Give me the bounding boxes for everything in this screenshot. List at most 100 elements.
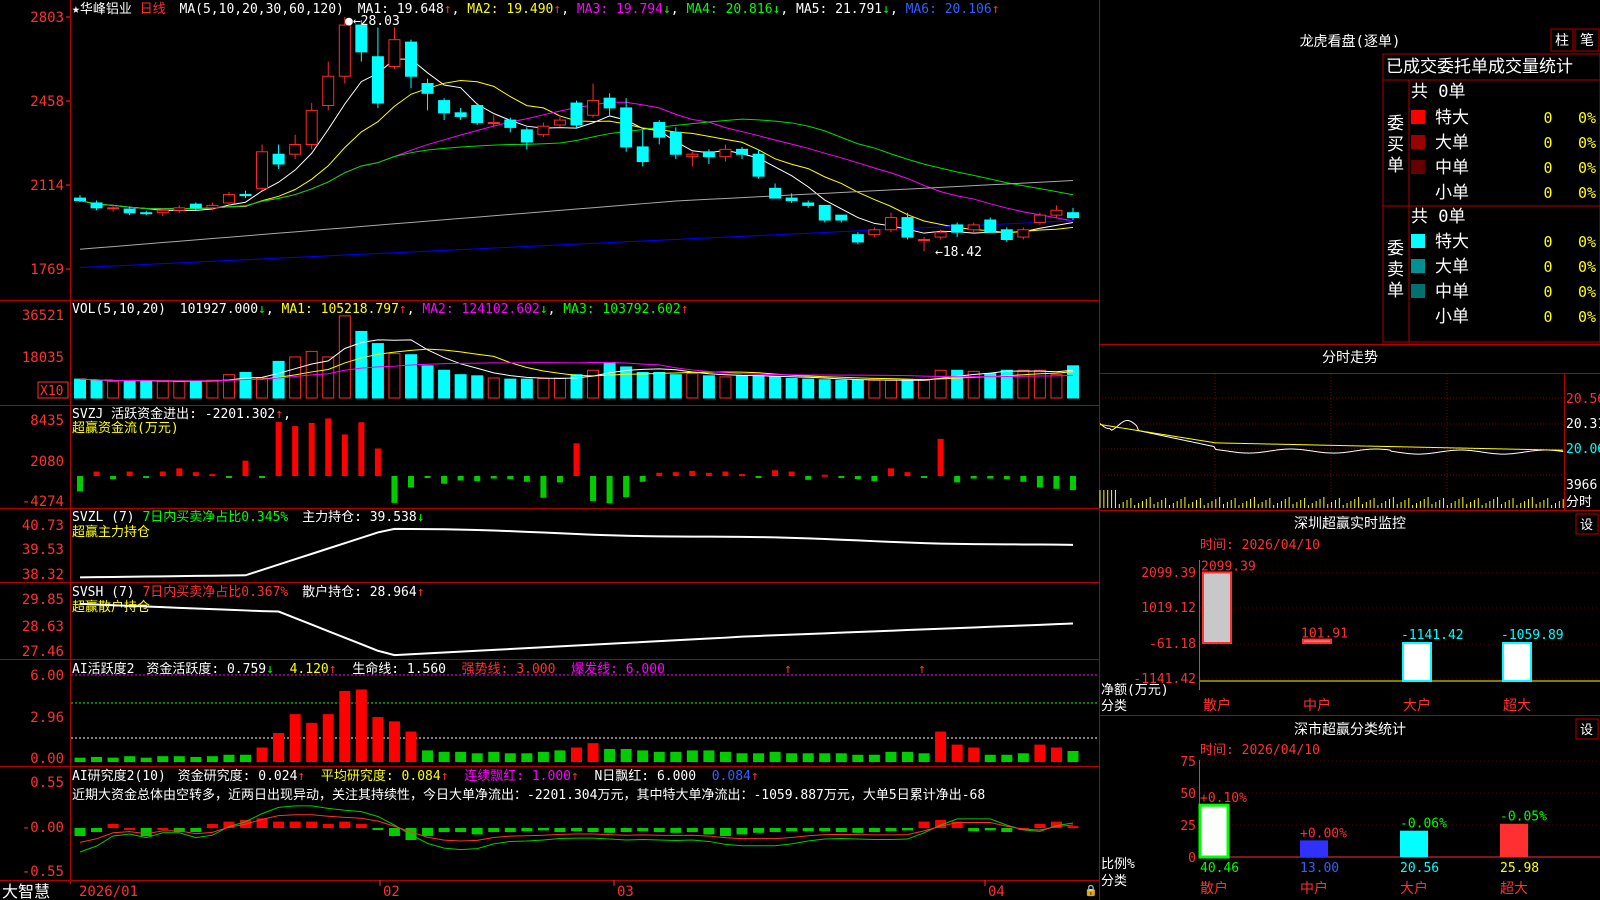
research-bar (339, 821, 351, 828)
research-bar (885, 828, 897, 832)
vol-axis: 36521 18035 (22, 308, 64, 366)
monitor-time: 时间: 2026/04/10 (1200, 538, 1320, 553)
ai-activity-bars (74, 689, 1079, 762)
research-bar (273, 821, 285, 828)
vol-tick-2: 18035 (22, 350, 64, 366)
ai-bar (769, 751, 781, 762)
candle-body (653, 122, 666, 138)
order-row-pct: 0% (1578, 134, 1596, 152)
research-bar (74, 828, 86, 836)
svzl-pane[interactable]: 40.73 39.53 38.32 SVZL (7) 7日内买卖净占比0.345… (22, 509, 1074, 583)
flow-bar (788, 471, 795, 476)
svg-text:AI研究度2(10) 资金研究度: 0.024↑: AI研究度2(10) 资金研究度: 0.024↑, 平均研究度: 0.084↑,… (72, 768, 759, 784)
order-row-pct: 0% (1578, 233, 1596, 251)
monitor-unit: 净额(万元) (1101, 683, 1169, 698)
vol-unit: X10 (40, 384, 63, 399)
research-bar (372, 828, 384, 830)
volume-bar (702, 375, 715, 399)
ai-bar (703, 750, 715, 762)
volume-bar (835, 379, 848, 399)
monitor-cat-label: 散户 (1203, 697, 1231, 714)
svzj-tick-2: 2080 (30, 454, 64, 470)
candle-body (636, 146, 649, 163)
candle-body (686, 153, 699, 158)
volume-bars (74, 315, 1079, 399)
flow-bar (689, 470, 696, 476)
candle-body (1050, 209, 1063, 216)
flow-bar (1036, 476, 1043, 488)
volume-bar (901, 379, 914, 399)
buy-rows: 特大 0 0% 大单 0 0% 中单 0 0% 小单 0 0% (1411, 108, 1596, 203)
research-bar (157, 828, 169, 830)
ai-research-pane[interactable]: 0.55 -0.00 -0.55 AI研究度2(10) 资金研究度: 0.024… (22, 768, 1079, 880)
candle-body (239, 193, 252, 197)
volume-bar (520, 378, 533, 399)
volume-bar (189, 380, 202, 399)
research-bar (587, 828, 599, 832)
minute-tick-3: 20.06 (1566, 442, 1600, 457)
stock-name[interactable]: ★华峰铝业 (72, 2, 132, 17)
research-nday: N日飘红: 6.000 (594, 768, 696, 784)
ai-bar (670, 751, 682, 762)
lock-icon[interactable]: 🔒 (1084, 884, 1098, 897)
volume-bar (239, 371, 252, 399)
ai-bar (471, 753, 483, 762)
research-bar (488, 828, 500, 832)
volume-bar (951, 369, 964, 399)
candle-body (1017, 229, 1030, 238)
volume-bar (471, 375, 484, 399)
candlesticks[interactable] (74, 17, 1079, 252)
stat-bar (1198, 803, 1230, 859)
date-tick-4: 04 (988, 884, 1005, 900)
candle-body (851, 234, 864, 243)
volume-bar (438, 369, 451, 399)
svzl-tick-1: 40.73 (22, 518, 64, 534)
trading-terminal: 2803 2458 2114 1769 ★华峰铝业 日线 MA(5,10,20,… (0, 0, 1600, 900)
ai-bar (935, 731, 947, 762)
period-label[interactable]: 日线 (140, 2, 166, 17)
order-row-count: 0 (1543, 109, 1552, 127)
right-panel: 龙虎看盘(逐单) 柱 笔 已成交委托单成交量统计 委买单 委卖单 共 0单 共 … (1099, 28, 1600, 897)
research-tick-1: 0.55 (30, 775, 64, 791)
candle-body (471, 104, 484, 124)
svzj-pane[interactable]: 8435 2080 -4274 SVZJ 活跃资金进出: -2201.302↑,… (22, 406, 1076, 510)
flow-bar (275, 422, 282, 476)
price-pane[interactable]: 2803 2458 2114 1769 ★华峰铝业 日线 MA(5,10,20,… (30, 2, 1079, 278)
flow-bar (556, 476, 563, 483)
order-swatch (1411, 160, 1425, 174)
research-bar (1001, 828, 1013, 832)
volume-bar (454, 374, 467, 399)
svg-text:SVSH (7) 7日内买卖净占比0.367%: SVSH (7) 7日内买卖净占比0.367% 散户持仓: 28.964↑, (72, 584, 432, 600)
ma5-value: MA5: 21.791 (796, 2, 882, 17)
svzl-subtitle: 超赢主力持仓 (72, 524, 150, 540)
volume-bar (587, 369, 600, 399)
research-comment: 近期大资金总体由空转多，近两日出现异动，关注其持续性，今日大单净流出：-2201… (72, 787, 985, 803)
volume-pane[interactable]: 36521 18035 X10 VOL(5,10,20) 101927.000↓… (22, 302, 1079, 399)
svzl-polyline (79, 527, 1074, 579)
low-marker: ←18.42 (935, 245, 982, 260)
flow-bar (490, 476, 497, 479)
ai-bar (322, 714, 334, 762)
candle-body (719, 148, 732, 158)
svzl-tick-3: 38.32 (22, 567, 64, 583)
monitor-bar-label: -1141.42 (1401, 628, 1464, 643)
research-bar (604, 828, 616, 833)
svzj-subtitle: 超赢资金流(万元) (72, 420, 179, 436)
ai-bar (405, 731, 417, 762)
order-row-count: 0 (1543, 184, 1552, 202)
svzl-line (79, 527, 1074, 579)
candle-body (901, 217, 914, 238)
ai-tick-2: 2.96 (30, 710, 64, 726)
research-bar (521, 828, 533, 832)
ai-activity-pane[interactable]: 6.00 2.96 0.00 AI活跃度2 资金活跃度: 0.759↓, 4.1… (30, 661, 1098, 767)
flow-bar (374, 448, 381, 476)
flow-bar (987, 476, 994, 479)
candle-body (405, 41, 417, 77)
candle-body (107, 207, 120, 210)
ai-bar (918, 753, 930, 762)
svsh-pane[interactable]: 29.85 28.63 27.46 SVSH (7) 7日内买卖净占比0.367… (22, 584, 1074, 660)
candle-body (769, 187, 782, 199)
ai-bar (620, 748, 632, 762)
flow-bar (871, 476, 878, 482)
volume-bar (74, 378, 86, 399)
